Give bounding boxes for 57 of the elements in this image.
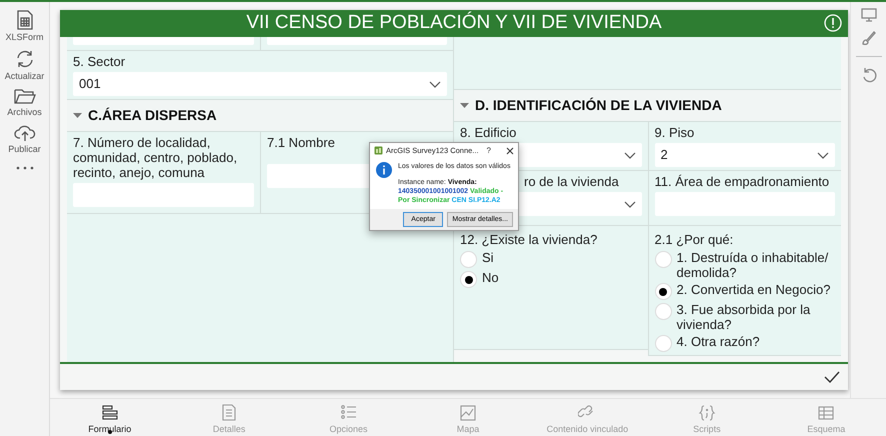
option-label: 2. Convertida en Negocio? (676, 282, 830, 297)
app-logo-icon (374, 146, 383, 155)
document-icon (220, 404, 238, 421)
option-label: No (482, 270, 499, 285)
field-label: 11. Área de empadronamiento (654, 174, 830, 189)
option-label: Si (482, 250, 494, 265)
field-label: 5. Sector (73, 54, 126, 69)
option-label: 1. Destruída o inhabitable/ demolida? (676, 250, 830, 280)
field-label: ro de la vivienda (524, 174, 619, 189)
radio-button[interactable] (460, 251, 477, 268)
radio-button[interactable] (460, 271, 477, 288)
collapse-icon[interactable] (73, 113, 82, 118)
info-icon (376, 162, 392, 178)
chevron-down-icon (429, 80, 441, 88)
help-button[interactable]: ? (486, 146, 491, 155)
monitor-icon[interactable] (860, 8, 876, 22)
info-icon[interactable] (824, 14, 842, 32)
chevron-down-icon (624, 152, 636, 158)
field-value: 2 (660, 146, 668, 164)
field-label: 7. Número de localidad, comunidad, centro, poblado, recinto, anejo, comuna (73, 135, 238, 180)
question-label: 12. ¿Existe la vivienda? (460, 232, 598, 247)
section-header[interactable]: D. IDENTIFICACIÓN DE LA VIVIENDA (454, 90, 841, 122)
form-title: VII CENSO DE POBLACIÓN Y VII DE VIVIENDA (246, 10, 662, 36)
chevron-down-icon (624, 200, 636, 208)
radio-button[interactable] (654, 335, 672, 352)
checkmark-icon[interactable] (824, 371, 840, 383)
tab[interactable]: Formulario (50, 399, 170, 436)
sidebar-button[interactable]: Archivos (0, 87, 48, 120)
braces-icon (698, 404, 716, 421)
field-value: 001 (79, 75, 101, 94)
sidebar-button[interactable]: XLSForm (0, 10, 48, 44)
sector-dropdown[interactable]: 001 (73, 72, 447, 96)
sidebar-button[interactable]: Publicar (0, 124, 48, 156)
question-label: 2.1 ¿Por qué: (654, 232, 734, 247)
radio-button[interactable] (654, 283, 672, 300)
list-icon (340, 404, 358, 421)
collapse-icon[interactable] (460, 103, 469, 108)
folder-icon (14, 87, 36, 106)
radio-button[interactable] (654, 303, 672, 320)
close-icon[interactable] (506, 146, 514, 154)
spreadsheet-icon (16, 10, 34, 31)
table-icon (817, 404, 836, 421)
sidebar-button[interactable]: Actualizar (0, 48, 48, 83)
section-header[interactable]: C.ÁREA DISPERSA (67, 100, 453, 132)
more-icon[interactable] (16, 166, 34, 170)
field-label: 7.1 Nombre (267, 135, 335, 150)
field-label: 8. Edificio (460, 125, 516, 140)
chevron-down-icon (817, 152, 829, 158)
brush-icon[interactable] (860, 30, 876, 46)
cloud-upload-icon (14, 124, 36, 142)
option-label: 4. Otra razón? (676, 334, 760, 349)
form-icon (100, 404, 119, 421)
option-label: 3. Fue absorbida por la vivienda? (676, 302, 812, 332)
radio-button[interactable] (654, 251, 672, 268)
field-label: 9. Piso (654, 125, 694, 140)
dropdown-field[interactable]: 2 (654, 143, 835, 167)
undo-icon[interactable] (860, 67, 876, 83)
